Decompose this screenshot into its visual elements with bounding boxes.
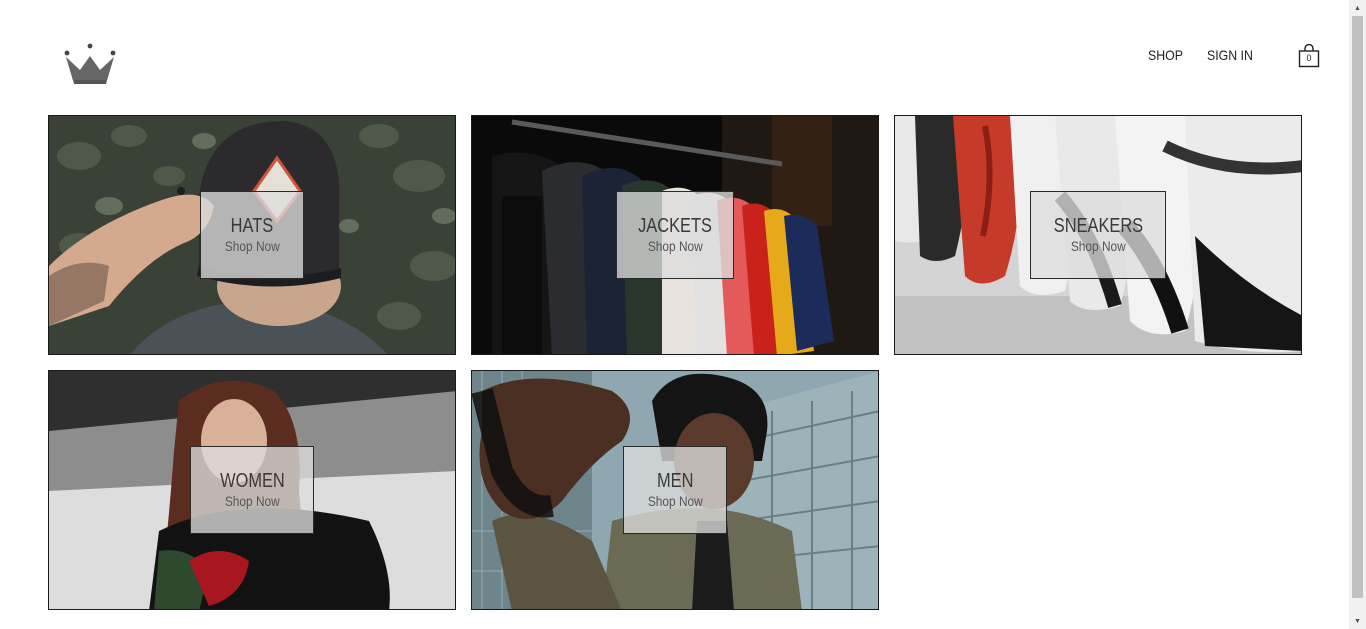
category-label-hats: HATS Shop Now — [200, 191, 304, 279]
scroll-up-arrow-icon[interactable]: ▲ — [1349, 0, 1366, 16]
page: SHOP SIGN IN 0 HATS Shop Now JACKETS Sho… — [0, 0, 1366, 629]
category-title: JACKETS — [638, 215, 712, 237]
scroll-down-arrow-icon[interactable]: ▼ — [1349, 613, 1366, 629]
category-label-women: WOMEN Shop Now — [190, 446, 314, 534]
nav-signin-link[interactable]: SIGN IN — [1207, 47, 1260, 63]
shop-now-link[interactable]: Shop Now — [1071, 237, 1126, 255]
crown-logo[interactable] — [62, 42, 118, 88]
category-title: HATS — [230, 215, 274, 237]
nav-shop-link[interactable]: SHOP — [1148, 47, 1183, 63]
category-tile-hats[interactable]: HATS Shop Now — [48, 115, 456, 355]
category-label-jackets: JACKETS Shop Now — [616, 191, 734, 279]
cart-count: 0 — [1306, 53, 1312, 63]
category-tile-jackets[interactable]: JACKETS Shop Now — [471, 115, 879, 355]
crown-icon — [64, 43, 116, 84]
category-label-sneakers: SNEAKERS Shop Now — [1030, 191, 1166, 279]
category-tile-sneakers[interactable]: SNEAKERS Shop Now — [894, 115, 1302, 355]
category-tile-men[interactable]: MEN Shop Now — [471, 370, 879, 610]
cart-button[interactable]: 0 — [1298, 43, 1320, 68]
category-tile-women[interactable]: WOMEN Shop Now — [48, 370, 456, 610]
shop-now-link[interactable]: Shop Now — [648, 492, 703, 510]
category-title: WOMEN — [219, 470, 285, 492]
shop-now-link[interactable]: Shop Now — [225, 492, 280, 510]
shop-now-link[interactable]: Shop Now — [225, 237, 280, 255]
scrollbar-thumb[interactable] — [1352, 16, 1363, 598]
category-title: MEN — [656, 470, 694, 492]
page-scrollbar[interactable]: ▲ ▼ — [1349, 0, 1366, 629]
category-title: SNEAKERS — [1053, 215, 1143, 237]
category-label-men: MEN Shop Now — [623, 446, 727, 534]
shop-now-link[interactable]: Shop Now — [648, 237, 703, 255]
